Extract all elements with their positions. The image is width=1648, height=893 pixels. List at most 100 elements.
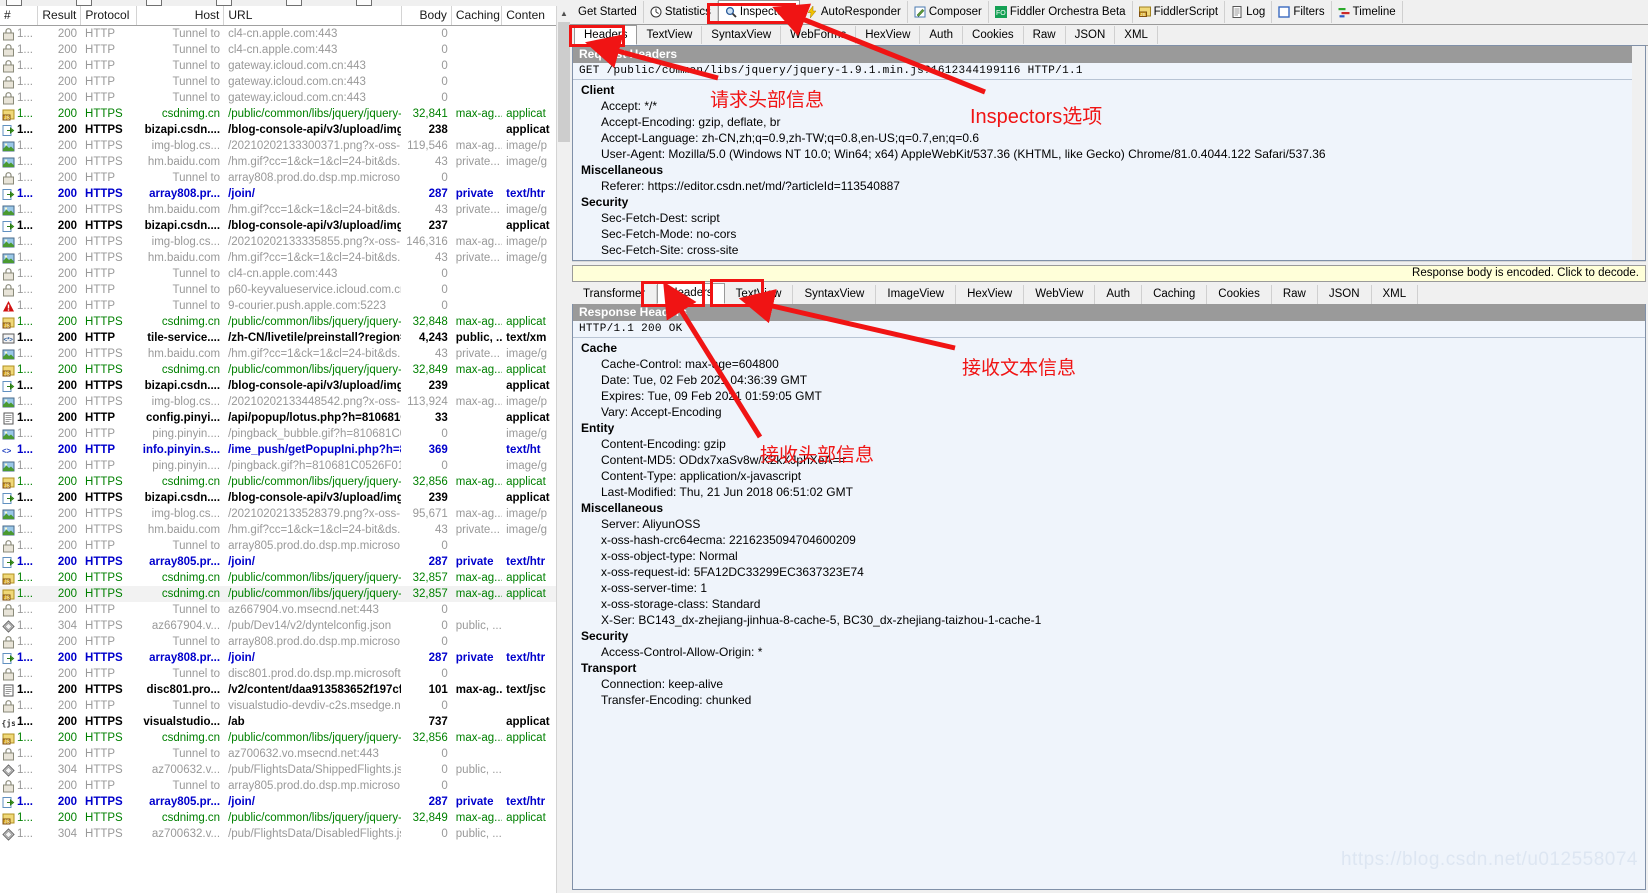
session-row[interactable]: JS 1... 200 HTTPS csdnimg.cn/public/common/l…	[0, 810, 556, 826]
response-header-item[interactable]: Vary: Accept-Encoding	[573, 404, 1645, 420]
response-tab-xml[interactable]: XML	[1372, 285, 1419, 304]
column-header-ctype[interactable]: Conten	[502, 6, 556, 25]
request-header-item[interactable]: Accept-Language: zh-CN,zh;q=0.9,zh-TW;q=…	[573, 130, 1645, 146]
decode-notice-bar[interactable]: Response body is encoded. Click to decod…	[572, 265, 1646, 282]
response-tab-textview[interactable]: TextView	[725, 285, 794, 304]
response-tab-hexview[interactable]: HexView	[956, 285, 1025, 304]
response-header-item[interactable]: x-oss-object-type: Normal	[573, 548, 1645, 564]
session-row[interactable]: 1... 304 HTTPS az700632.v... /pub/FlightsDat…	[0, 762, 556, 778]
response-header-item[interactable]: x-oss-request-id: 5FA12DC33299EC3637323E…	[573, 564, 1645, 580]
response-tab-auth[interactable]: Auth	[1095, 285, 1143, 304]
response-tab-transformer[interactable]: Transformer	[572, 285, 658, 304]
main-tab-autoresponder[interactable]: AutoResponder	[800, 1, 908, 23]
response-header-item[interactable]: X-Ser: BC143_dx-zhejiang-jinhua-8-cache-…	[573, 612, 1645, 628]
column-header-num[interactable]: #	[0, 6, 39, 25]
session-row[interactable]: 1... 200 HTTPS hm.baidu.com/hm.gif?cc=1&ck=…	[0, 154, 556, 170]
session-list[interactable]: # Result Protocol Host URL Body Caching Conten …	[0, 6, 556, 893]
session-row[interactable]: 1... 200 HTTPS bizapi.csdn.... /blog-console…	[0, 378, 556, 394]
request-header-item[interactable]: Sec-Fetch-Site: cross-site	[573, 242, 1645, 258]
decode-notice-text[interactable]: Response body is encoded. Click to decod…	[1412, 267, 1639, 279]
request-tab-textview[interactable]: TextView	[637, 26, 703, 44]
session-list-scrollbar[interactable]: ▲	[556, 6, 571, 893]
session-row[interactable]: 1... 200 HTTP Tunnel to 9-courier.push.apple…	[0, 298, 556, 314]
request-tab-auth[interactable]: Auth	[920, 26, 964, 44]
session-row[interactable]: 1... 200 HTTP ping.pinyin.... /pingback.gif?…	[0, 458, 556, 474]
request-tab-raw[interactable]: Raw	[1024, 26, 1066, 44]
session-row[interactable]: 1... 200 HTTP Tunnel to visualstudio-devdiv-…	[0, 698, 556, 714]
request-header-item[interactable]: Accept-Encoding: gzip, deflate, br	[573, 114, 1645, 130]
response-header-item[interactable]: Access-Control-Allow-Origin: *	[573, 644, 1645, 660]
session-row[interactable]: 1... 200 HTTP Tunnel to array808.prod.do.dsp…	[0, 170, 556, 186]
response-header-item[interactable]: x-oss-server-time: 1	[573, 580, 1645, 596]
column-header-url[interactable]: URL	[224, 6, 402, 25]
session-row[interactable]: 1... 200 HTTP Tunnel to gateway.icloud.com.c…	[0, 58, 556, 74]
response-tab-syntaxview[interactable]: SyntaxView	[793, 285, 877, 304]
response-header-item[interactable]: Content-Type: application/x-javascript	[573, 468, 1645, 484]
column-header-result[interactable]: Result	[38, 6, 82, 25]
response-header-item[interactable]: Connection: keep-alive	[573, 676, 1645, 692]
column-header-body[interactable]: Body	[402, 6, 452, 25]
main-tab-inspectors[interactable]: Inspectors	[717, 0, 800, 24]
session-row[interactable]: 1... 200 HTTP Tunnel to cl4-cn.apple.com:443…	[0, 26, 556, 42]
session-row[interactable]: 1... 200 HTTP Tunnel to gateway.icloud.com.c…	[0, 90, 556, 106]
session-row[interactable]: 1... 304 HTTPS az700632.v... /pub/FlightsDat…	[0, 826, 556, 842]
session-row[interactable]: 1... 200 HTTPS img-blog.cs... /2021020213352…	[0, 506, 556, 522]
session-row[interactable]: 1... 200 HTTP Tunnel to cl4-cn.apple.com:443…	[0, 42, 556, 58]
session-row[interactable]: 1... 200 HTTPS bizapi.csdn.... /blog-console…	[0, 490, 556, 506]
main-tab-timeline[interactable]: Timeline	[1332, 1, 1403, 23]
session-row[interactable]: <> 1... 200 HTTP info.pinyin.s... /ime_push/g…	[0, 442, 556, 458]
response-tab-webview[interactable]: WebView	[1024, 285, 1096, 304]
response-header-item[interactable]: Last-Modified: Thu, 21 Jun 2018 06:51:02…	[573, 484, 1645, 500]
session-row[interactable]: 1... 200 HTTPS array805.pr... /join/287 priva…	[0, 794, 556, 810]
session-row[interactable]: JS 1... 200 HTTPS csdnimg.cn/public/common/l…	[0, 474, 556, 490]
session-row[interactable]: <*> 1... 200 HTTP tile-service.... /zh-CN/liv…	[0, 330, 556, 346]
session-row[interactable]: 1... 200 HTTP Tunnel to cl4-cn.apple.com:443…	[0, 266, 556, 282]
session-list-header[interactable]: # Result Protocol Host URL Body Caching Conten	[0, 6, 556, 26]
session-row[interactable]: 1... 200 HTTPS hm.baidu.com/hm.gif?cc=1&ck=…	[0, 250, 556, 266]
response-header-item[interactable]: Date: Tue, 02 Feb 2021 04:36:39 GMT	[573, 372, 1645, 388]
session-list-rows[interactable]: 1... 200 HTTP Tunnel to cl4-cn.apple.com:443…	[0, 26, 556, 842]
session-row[interactable]: 1... 200 HTTP Tunnel to az667904.vo.msecnd.n…	[0, 602, 556, 618]
response-header-item[interactable]: x-oss-storage-class: Standard	[573, 596, 1645, 612]
scroll-thumb[interactable]	[558, 22, 570, 142]
session-row[interactable]: 1... 200 HTTPS hm.baidu.com/hm.gif?cc=1&ck=…	[0, 202, 556, 218]
response-header-item[interactable]: Content-Encoding: gzip	[573, 436, 1645, 452]
request-header-item[interactable]: Accept: */*	[573, 98, 1645, 114]
session-row[interactable]: JS 1... 200 HTTPS csdnimg.cn/public/common/l…	[0, 106, 556, 122]
session-row[interactable]: 1... 200 HTTPS bizapi.csdn.... /blog-console…	[0, 122, 556, 138]
request-header-item[interactable]: Sec-Fetch-Dest: script	[573, 210, 1645, 226]
session-row[interactable]: 1... 200 HTTPS img-blog.cs... /2021020213330…	[0, 138, 556, 154]
session-row[interactable]: 1... 200 HTTPS array808.pr... /join/287 priva…	[0, 186, 556, 202]
main-tab-get-started[interactable]: Get Started	[572, 1, 644, 23]
session-row[interactable]: 1... 200 HTTP config.pinyi... /api/popup/lot…	[0, 410, 556, 426]
response-header-item[interactable]: Content-MD5: ODdx7xaSv8w/K2kXJphXeA==	[573, 452, 1645, 468]
response-tab-raw[interactable]: Raw	[1272, 285, 1318, 304]
session-row[interactable]: 1... 200 HTTPS bizapi.csdn.... /blog-console…	[0, 218, 556, 234]
request-header-item[interactable]: Referer: https://editor.csdn.net/md/?art…	[573, 178, 1645, 194]
main-tab-bar[interactable]: Get Started Statistics Inspectors AutoRespo…	[570, 0, 1648, 25]
response-header-item[interactable]: Transfer-Encoding: chunked	[573, 692, 1645, 708]
column-header-proto[interactable]: Protocol	[81, 6, 138, 25]
request-tab-cookies[interactable]: Cookies	[963, 26, 1024, 44]
session-row[interactable]: 1... 200 HTTPS img-blog.cs... /2021020213333…	[0, 234, 556, 250]
request-pane-scrollbar[interactable]	[1632, 46, 1645, 260]
response-header-item[interactable]: Expires: Tue, 09 Feb 2021 01:59:05 GMT	[573, 388, 1645, 404]
response-tab-headers[interactable]: Headers	[657, 283, 725, 304]
request-tab-xml[interactable]: XML	[1115, 26, 1158, 44]
column-header-host[interactable]: Host	[137, 6, 225, 25]
session-row[interactable]: 1... 200 HTTPS hm.baidu.com/hm.gif?cc=1&ck=…	[0, 522, 556, 538]
request-tab-hexview[interactable]: HexView	[856, 26, 921, 44]
session-row[interactable]: 1... 200 HTTP Tunnel to gateway.icloud.com.c…	[0, 74, 556, 90]
session-row[interactable]: 1... 304 HTTPS az667904.v... /pub/Dev14/v2/d…	[0, 618, 556, 634]
scroll-up-arrow[interactable]: ▲	[557, 6, 571, 21]
session-row[interactable]: 1... 200 HTTP Tunnel to disc801.prod.do.dsp.…	[0, 666, 556, 682]
main-tab-composer[interactable]: Composer	[908, 1, 989, 23]
session-row[interactable]: JS 1... 200 HTTPS csdnimg.cn/public/common/l…	[0, 362, 556, 378]
main-tab-statistics[interactable]: Statistics	[644, 1, 718, 23]
response-tab-caching[interactable]: Caching	[1142, 285, 1208, 304]
session-row[interactable]: 1... 200 HTTPS array808.pr... /join/287 priva…	[0, 650, 556, 666]
request-tab-headers[interactable]: Headers	[574, 25, 638, 45]
request-tab-webforms[interactable]: WebForms	[781, 26, 857, 44]
main-tab-filters[interactable]: Filters	[1272, 1, 1332, 23]
response-header-item[interactable]: Server: AliyunOSS	[573, 516, 1645, 532]
